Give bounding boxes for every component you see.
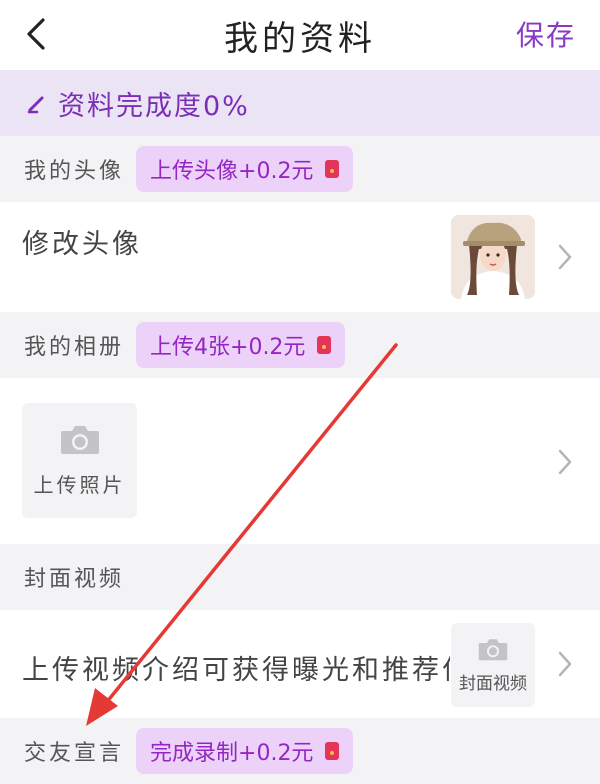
profile-completion-text: 资料完成度0% bbox=[58, 90, 250, 122]
upload-photo-button[interactable]: 上传照片 bbox=[22, 403, 137, 518]
cover-video-row[interactable]: 上传视频介绍可获得曝光和推荐位 封面视频 bbox=[0, 610, 600, 718]
album-section-header: 我的相册 上传4张+0.2元 bbox=[0, 312, 600, 378]
avatar-image bbox=[451, 215, 535, 299]
reward-text: 完成录制+0.2元 bbox=[150, 741, 314, 766]
avatar[interactable] bbox=[451, 215, 535, 299]
reward-text: 上传头像+0.2元 bbox=[150, 159, 314, 184]
chevron-left-icon bbox=[27, 18, 45, 50]
page-title: 我的资料 bbox=[224, 18, 376, 59]
cover-video-label: 封面视频 bbox=[459, 673, 527, 694]
album-reward-badge: 上传4张+0.2元 bbox=[136, 322, 346, 368]
save-button[interactable]: 保存 bbox=[516, 14, 576, 54]
red-envelope-icon bbox=[325, 742, 340, 760]
reward-text: 上传4张+0.2元 bbox=[150, 335, 306, 360]
declaration-reward-badge: 完成录制+0.2元 bbox=[136, 728, 354, 774]
section-label: 我的相册 bbox=[24, 335, 125, 360]
edit-avatar-row[interactable]: 修改头像 bbox=[0, 202, 600, 312]
chevron-right-icon bbox=[558, 244, 572, 270]
album-row: 上传照片 bbox=[0, 378, 600, 544]
video-section-header: 封面视频 bbox=[0, 544, 600, 610]
chevron-right-icon bbox=[558, 651, 572, 677]
camera-icon bbox=[478, 638, 508, 660]
declaration-section-header: 交友宣言 完成录制+0.2元 bbox=[0, 718, 600, 784]
cover-video-tile[interactable]: 封面视频 bbox=[451, 623, 535, 707]
edit-avatar-label: 修改头像 bbox=[22, 229, 142, 260]
avatar-section-header: 我的头像 上传头像+0.2元 bbox=[0, 136, 600, 202]
red-envelope-icon bbox=[325, 160, 340, 178]
upload-photo-label: 上传照片 bbox=[33, 473, 126, 497]
profile-completion-banner: 资料完成度0% bbox=[0, 70, 600, 136]
camera-icon bbox=[60, 426, 99, 454]
chevron-right-icon[interactable] bbox=[556, 448, 574, 476]
back-button[interactable] bbox=[18, 14, 54, 54]
pencil-icon bbox=[27, 96, 44, 114]
avatar-reward-badge: 上传头像+0.2元 bbox=[136, 146, 354, 192]
top-nav-bar: 我的资料 保存 bbox=[0, 0, 600, 70]
section-label: 封面视频 bbox=[24, 567, 125, 592]
section-label: 交友宣言 bbox=[24, 741, 125, 766]
section-label: 我的头像 bbox=[24, 159, 125, 184]
video-hint-text: 上传视频介绍可获得曝光和推荐位 bbox=[22, 655, 450, 686]
red-envelope-icon bbox=[317, 336, 332, 354]
